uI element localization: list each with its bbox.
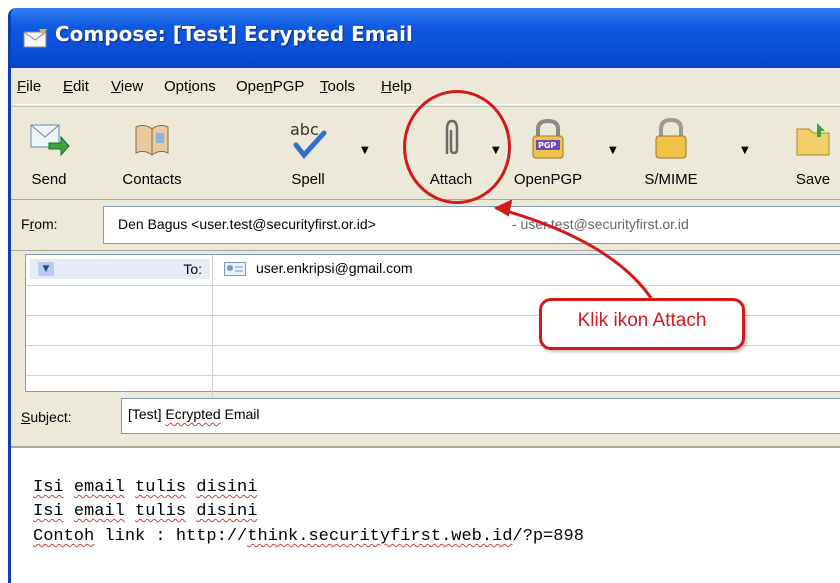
annotation-arrow <box>493 199 653 299</box>
annotation-text: Klik ikon Attach <box>577 310 707 331</box>
compose-window: Compose: [Test] Ecrypted Email File Edit… <box>8 8 840 583</box>
annotation-callout: Klik ikon Attach <box>539 298 745 350</box>
